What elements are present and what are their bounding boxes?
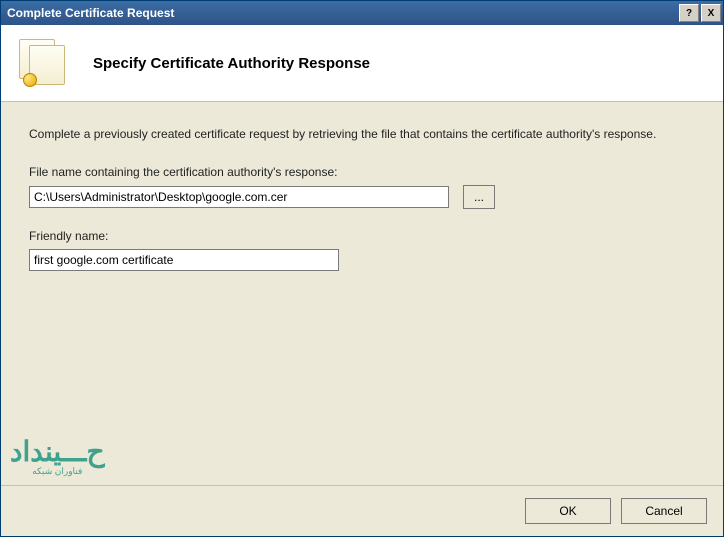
browse-button[interactable]: ...	[463, 185, 495, 209]
window-title: Complete Certificate Request	[7, 6, 679, 20]
friendly-name-input[interactable]	[29, 249, 339, 271]
content-area: Complete a previously created certificat…	[1, 102, 723, 485]
ok-button[interactable]: OK	[525, 498, 611, 524]
titlebar-buttons: ? X	[679, 4, 721, 22]
watermark-sub: فناوران شبکه	[10, 466, 105, 477]
help-icon: ?	[686, 8, 692, 19]
ellipsis-icon: ...	[474, 190, 484, 204]
friendly-name-label: Friendly name:	[29, 229, 695, 243]
file-label: File name containing the certification a…	[29, 165, 695, 179]
friendly-row	[29, 249, 695, 271]
header-panel: Specify Certificate Authority Response	[1, 25, 723, 102]
watermark-main: ح‌ـــینداد	[10, 436, 105, 467]
cancel-button[interactable]: Cancel	[621, 498, 707, 524]
dialog-window: Complete Certificate Request ? X Specify…	[0, 0, 724, 537]
titlebar: Complete Certificate Request ? X	[1, 1, 723, 25]
close-button[interactable]: X	[701, 4, 721, 22]
certificate-icon	[19, 39, 75, 87]
close-icon: X	[708, 8, 715, 19]
file-row: ...	[29, 185, 695, 209]
file-path-input[interactable]	[29, 186, 449, 208]
watermark-logo: ح‌ـــینداد فناوران شبکه	[10, 435, 105, 477]
page-title: Specify Certificate Authority Response	[93, 55, 370, 72]
intro-text: Complete a previously created certificat…	[29, 126, 695, 143]
help-button[interactable]: ?	[679, 4, 699, 22]
dialog-footer: OK Cancel	[1, 485, 723, 536]
